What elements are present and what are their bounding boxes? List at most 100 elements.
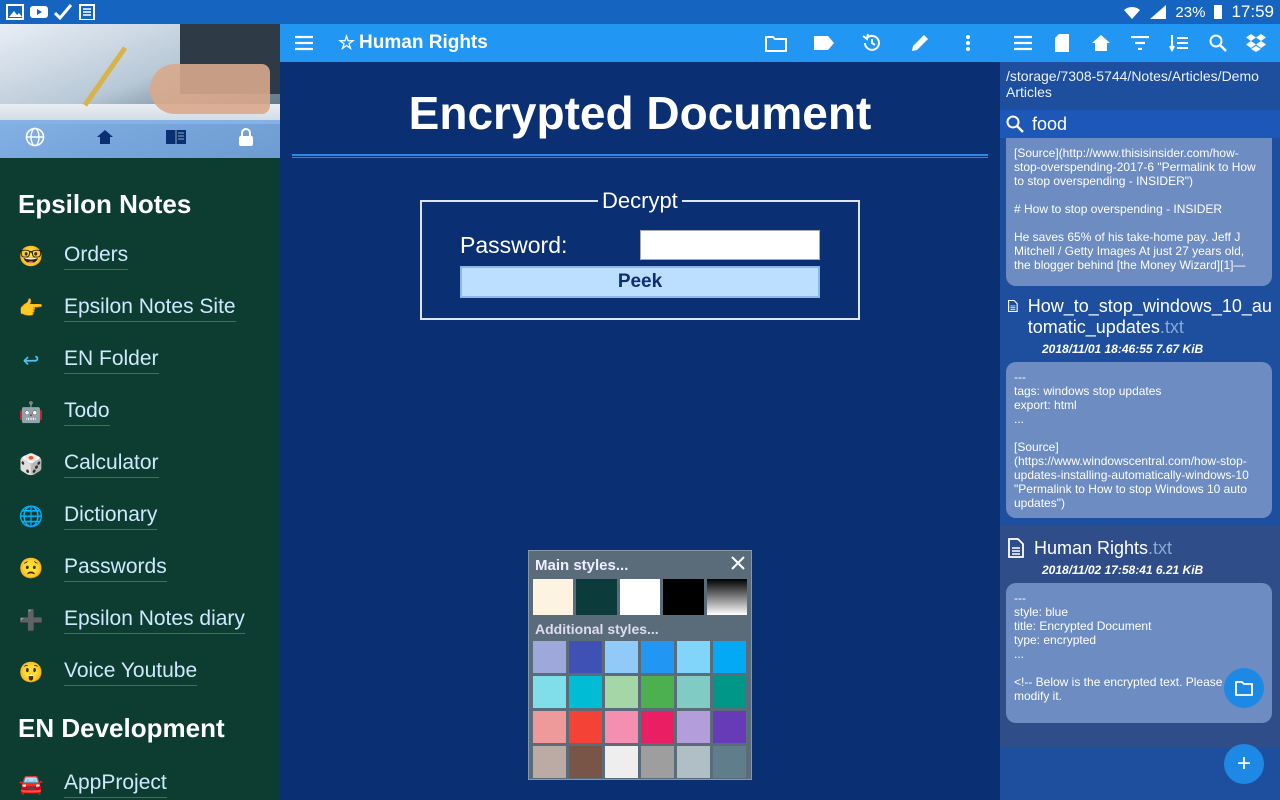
drawer-item-passwords[interactable]: 😟 Passwords: [0, 542, 280, 594]
globe-icon: 🌐: [18, 505, 44, 528]
main-styles-label: Main styles...: [535, 556, 629, 574]
home-icon[interactable]: [95, 127, 115, 152]
drawer-item-orders[interactable]: 🤓 Orders: [0, 230, 280, 282]
drawer-item-site[interactable]: 👉 Epsilon Notes Site: [0, 282, 280, 334]
style-swatch[interactable]: [533, 676, 566, 708]
folder-icon[interactable]: [762, 29, 790, 57]
style-swatch[interactable]: [677, 641, 710, 673]
file-preview[interactable]: --- tags: windows stop updates export: h…: [1006, 362, 1272, 518]
drawer-item-label: EN Folder: [64, 347, 159, 374]
style-swatch[interactable]: [713, 641, 746, 673]
password-input[interactable]: [640, 230, 820, 260]
style-swatch[interactable]: [641, 711, 674, 743]
drawer-item-label: Dictionary: [64, 503, 158, 530]
lock-icon[interactable]: [237, 127, 255, 152]
astonished-face-icon: 😲: [18, 661, 44, 684]
style-swatch[interactable]: [677, 676, 710, 708]
document-icon: [1008, 299, 1018, 313]
drawer-item-dictionary[interactable]: 🌐 Dictionary: [0, 490, 280, 542]
main-style-swatches: [529, 579, 751, 615]
drawer-item-diary[interactable]: ➕ Epsilon Notes diary: [0, 594, 280, 646]
search-icon: [1006, 115, 1024, 133]
style-swatch[interactable]: [533, 711, 566, 743]
style-swatch[interactable]: [641, 746, 674, 778]
gallery-notification-icon: [6, 4, 24, 20]
filter-icon[interactable]: [1126, 29, 1154, 57]
peek-button[interactable]: Peek: [460, 266, 820, 298]
document-title-bar[interactable]: ☆ Human Rights: [338, 32, 488, 55]
nerd-face-icon: 🤓: [18, 245, 44, 268]
dropbox-icon[interactable]: [1242, 29, 1270, 57]
style-swatch[interactable]: [663, 579, 704, 615]
current-path: /storage/7308-5744/Notes/Articles/Demo A…: [1006, 68, 1259, 100]
book-icon[interactable]: [165, 127, 187, 152]
style-swatch[interactable]: [605, 711, 638, 743]
menu-icon[interactable]: [1009, 29, 1037, 57]
style-swatch[interactable]: [677, 746, 710, 778]
document-name: Human Rights: [359, 32, 488, 53]
style-swatch[interactable]: [533, 746, 566, 778]
search-icon[interactable]: [1204, 29, 1232, 57]
file-preview[interactable]: [Source](http://www.thisisinsider.com/ho…: [1006, 138, 1272, 286]
drawer-item-todo[interactable]: 🤖 Todo: [0, 386, 280, 438]
style-swatch[interactable]: [569, 746, 602, 778]
style-swatch[interactable]: [569, 641, 602, 673]
worried-face-icon: 😟: [18, 557, 44, 580]
close-icon[interactable]: [731, 556, 745, 574]
style-swatch[interactable]: [569, 711, 602, 743]
file-entry[interactable]: Human Rights.txt 2018/11/02 17:58:41 6.2…: [1000, 528, 1280, 583]
add-fab[interactable]: +: [1224, 744, 1264, 784]
globe-icon[interactable]: [25, 127, 45, 152]
drawer-item-voice-youtube[interactable]: 😲 Voice Youtube: [0, 646, 280, 698]
menu-icon[interactable]: [290, 29, 318, 57]
drawer-item-en-folder[interactable]: ↩ EN Folder: [0, 334, 280, 386]
document-icon: [1008, 538, 1024, 558]
style-swatch[interactable]: [677, 711, 710, 743]
style-swatch[interactable]: [533, 641, 566, 673]
history-icon[interactable]: [858, 29, 886, 57]
style-swatch[interactable]: [619, 579, 661, 615]
drawer-item-label: Todo: [64, 399, 110, 426]
plus-icon: ➕: [18, 609, 44, 632]
drawer-item-label: Orders: [64, 243, 129, 270]
battery-percent: 23%: [1175, 3, 1206, 21]
pointing-hand-icon: 👉: [18, 297, 44, 320]
status-bar: 23% 17:59: [0, 0, 1280, 24]
style-swatch[interactable]: [605, 641, 638, 673]
style-swatch[interactable]: [713, 746, 746, 778]
style-swatch[interactable]: [605, 676, 638, 708]
drawer-section-title: Epsilon Notes: [18, 188, 192, 219]
dice-icon: 🎲: [18, 453, 44, 476]
style-picker-popup: Main styles... Additional styles...: [528, 550, 752, 780]
drawer-item-label: Passwords: [64, 555, 167, 582]
file-browser-toolbar: [1000, 24, 1280, 62]
drawer-item-label: Calculator: [64, 451, 159, 478]
edit-icon[interactable]: [906, 29, 934, 57]
sort-icon[interactable]: [1165, 29, 1193, 57]
search-input[interactable]: food: [1032, 114, 1067, 135]
folder-fab[interactable]: [1224, 668, 1264, 708]
drawer-item-label: Epsilon Notes Site: [64, 295, 236, 322]
style-swatch[interactable]: [569, 676, 602, 708]
style-swatch[interactable]: [605, 746, 638, 778]
style-swatch[interactable]: [713, 711, 746, 743]
star-icon[interactable]: ☆: [338, 32, 355, 55]
drawer-item-calculator[interactable]: 🎲 Calculator: [0, 438, 280, 490]
style-swatch[interactable]: [533, 579, 574, 615]
search-bar[interactable]: food: [1000, 110, 1280, 138]
selected-file-block: Human Rights.txt 2018/11/02 17:58:41 6.2…: [1000, 526, 1280, 748]
style-swatch[interactable]: [641, 676, 674, 708]
style-swatch[interactable]: [706, 579, 748, 615]
style-swatch[interactable]: [641, 641, 674, 673]
drawer-item-label: Epsilon Notes diary: [64, 607, 245, 634]
label-icon[interactable]: [810, 29, 838, 57]
more-options-icon[interactable]: [954, 29, 982, 57]
style-swatch[interactable]: [713, 676, 746, 708]
file-entry[interactable]: How_to_stop_windows_10_automatic_updates…: [1000, 286, 1280, 362]
drawer-item-appproject[interactable]: 🚘 AppProject: [0, 758, 280, 800]
style-swatch[interactable]: [576, 579, 617, 615]
drawer-header-image: [0, 24, 280, 158]
sd-card-icon[interactable]: [1048, 29, 1076, 57]
title-divider: [292, 154, 988, 158]
home-icon[interactable]: [1087, 29, 1115, 57]
